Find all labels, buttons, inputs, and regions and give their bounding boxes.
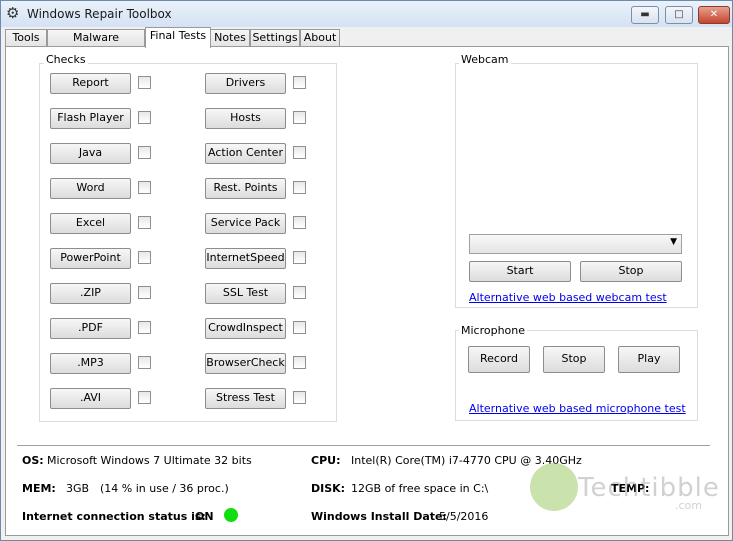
watermark-logo-icon — [530, 463, 578, 511]
mic-stop-button[interactable]: Stop — [543, 346, 605, 373]
divider — [17, 445, 710, 447]
tab-malware-removal[interactable]: Malware Removal — [47, 29, 145, 60]
tab-about[interactable]: About — [300, 29, 340, 47]
check-avi-button[interactable]: .AVI — [50, 388, 131, 409]
check-pdf-checkbox[interactable] — [138, 321, 151, 334]
tab-notes[interactable]: Notes — [210, 29, 250, 47]
check-mp3-button[interactable]: .MP3 — [50, 353, 131, 374]
check-java-button[interactable]: Java — [50, 143, 131, 164]
mem-usage: (14 % in use / 36 proc.) — [100, 482, 229, 495]
check-rest-points-button[interactable]: Rest. Points — [205, 178, 286, 199]
check-pdf-button[interactable]: .PDF — [50, 318, 131, 339]
webcam-alt-link[interactable]: Alternative web based webcam test — [469, 291, 667, 304]
check-excel-button[interactable]: Excel — [50, 213, 131, 234]
maximize-button[interactable]: □ — [665, 6, 693, 24]
check-internetspeed-checkbox[interactable] — [293, 251, 306, 264]
check-action-center-button[interactable]: Action Center — [205, 143, 286, 164]
window-title: Windows Repair Toolbox — [27, 7, 172, 21]
check-hosts-button[interactable]: Hosts — [205, 108, 286, 129]
check-crowdinspect-button[interactable]: CrowdInspect — [205, 318, 286, 339]
check-mp3-checkbox[interactable] — [138, 356, 151, 369]
cpu-label: CPU: — [311, 454, 341, 467]
check-powerpoint-button[interactable]: PowerPoint — [50, 248, 131, 269]
mem-label: MEM: — [22, 482, 56, 495]
install-date-value: 5/5/2016 — [439, 510, 489, 523]
check-drivers-checkbox[interactable] — [293, 76, 306, 89]
check-action-center-checkbox[interactable] — [293, 146, 306, 159]
microphone-title: Microphone — [459, 324, 528, 337]
webcam-stop-button[interactable]: Stop — [580, 261, 682, 282]
disk-value: 12GB of free space in C:\ — [351, 482, 489, 495]
title-bar[interactable]: ⚙ Windows Repair Toolbox ▬ □ ✕ — [1, 1, 732, 27]
disk-label: DISK: — [311, 482, 346, 495]
check-word-checkbox[interactable] — [138, 181, 151, 194]
internet-status-label: Internet connection status is: — [22, 510, 206, 523]
webcam-start-button[interactable]: Start — [469, 261, 571, 282]
check-java-checkbox[interactable] — [138, 146, 151, 159]
check-crowdinspect-checkbox[interactable] — [293, 321, 306, 334]
webcam-title: Webcam — [459, 53, 511, 66]
check-rest-points-checkbox[interactable] — [293, 181, 306, 194]
check-hosts-checkbox[interactable] — [293, 111, 306, 124]
watermark-suffix: .com — [675, 499, 702, 512]
webcam-device-select[interactable]: ▼ — [469, 234, 682, 254]
check-zip-button[interactable]: .ZIP — [50, 283, 131, 304]
check-powerpoint-checkbox[interactable] — [138, 251, 151, 264]
record-button[interactable]: Record — [468, 346, 530, 373]
check-word-button[interactable]: Word — [50, 178, 131, 199]
check-ssl-test-checkbox[interactable] — [293, 286, 306, 299]
check-ssl-test-button[interactable]: SSL Test — [205, 283, 286, 304]
play-button[interactable]: Play — [618, 346, 680, 373]
check-stress-test-button[interactable]: Stress Test — [205, 388, 286, 409]
install-date-label: Windows Install Date: — [311, 510, 447, 523]
microphone-alt-link[interactable]: Alternative web based microphone test — [469, 402, 686, 415]
check-excel-checkbox[interactable] — [138, 216, 151, 229]
chevron-down-icon[interactable]: ▼ — [670, 237, 677, 247]
os-value: Microsoft Windows 7 Ultimate 32 bits — [47, 454, 252, 467]
minimize-button[interactable]: ▬ — [631, 6, 659, 24]
close-button[interactable]: ✕ — [698, 6, 730, 24]
tab-tools[interactable]: Tools — [5, 29, 47, 47]
check-report-button[interactable]: Report — [50, 73, 131, 94]
check-report-checkbox[interactable] — [138, 76, 151, 89]
gear-icon: ⚙ — [6, 4, 20, 22]
tab-settings[interactable]: Settings — [250, 29, 300, 47]
tab-final-tests[interactable]: Final Tests — [145, 27, 211, 48]
check-stress-test-checkbox[interactable] — [293, 391, 306, 404]
check-flash-player-button[interactable]: Flash Player — [50, 108, 131, 129]
check-browsercheck-button[interactable]: BrowserCheck — [205, 353, 286, 374]
os-label: OS: — [22, 454, 44, 467]
check-internetspeed-button[interactable]: InternetSpeed — [205, 248, 286, 269]
check-zip-checkbox[interactable] — [138, 286, 151, 299]
status-indicator-icon — [224, 508, 238, 522]
check-browsercheck-checkbox[interactable] — [293, 356, 306, 369]
mem-value: 3GB — [66, 482, 90, 495]
check-avi-checkbox[interactable] — [138, 391, 151, 404]
internet-status-value: ON — [195, 510, 214, 523]
techtibble-watermark: Techtibble .com — [530, 463, 719, 515]
check-drivers-button[interactable]: Drivers — [205, 73, 286, 94]
check-service-pack-checkbox[interactable] — [293, 216, 306, 229]
checks-title: Checks — [44, 53, 88, 66]
check-flash-player-checkbox[interactable] — [138, 111, 151, 124]
check-service-pack-button[interactable]: Service Pack — [205, 213, 286, 234]
